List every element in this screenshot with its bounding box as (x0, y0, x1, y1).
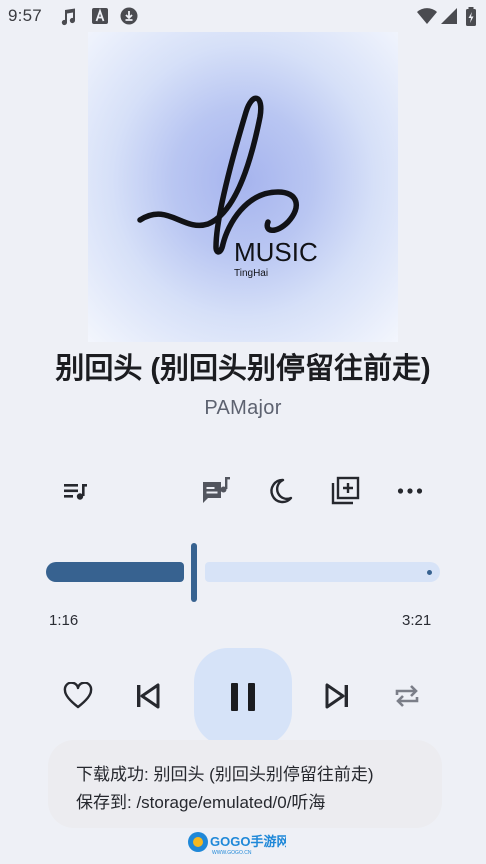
signal-icon (440, 7, 460, 27)
music-logo-icon: MUSIC TingHai (137, 95, 318, 279)
heart-icon (63, 682, 93, 709)
artist-name[interactable]: PAMajor (0, 397, 486, 420)
pause-icon (231, 683, 255, 711)
playlist-button[interactable] (60, 475, 92, 507)
svg-text:TingHai: TingHai (234, 268, 268, 279)
svg-text:MUSIC: MUSIC (234, 237, 318, 267)
status-time: 9:57 (8, 6, 42, 25)
favorite-button[interactable] (58, 676, 98, 716)
seek-bar-thumb[interactable] (191, 543, 197, 602)
toast-message-line1: 下载成功: 别回头 (别回头别停留往前走) (76, 765, 374, 784)
previous-button[interactable] (128, 676, 168, 716)
library-add-icon (331, 476, 360, 505)
seek-bar-end-dot (427, 570, 432, 575)
song-title: 别回头 (别回头别停留往前走) (55, 353, 431, 385)
seek-bar-played[interactable] (46, 562, 184, 582)
current-time: 1:16 (49, 612, 79, 629)
next-button[interactable] (317, 676, 357, 716)
add-to-playlist-button[interactable] (329, 475, 361, 507)
queue-music-icon (64, 484, 87, 500)
music-note-icon (58, 7, 78, 27)
total-time: 3:21 (402, 612, 432, 629)
text-a-icon (91, 7, 111, 27)
download-icon (120, 7, 140, 27)
battery-charging-icon (465, 7, 477, 27)
toast-message-line2: 保存到: /storage/emulated/0/听海 (76, 793, 326, 812)
more-horizontal-icon (397, 488, 423, 494)
lyrics-button[interactable] (201, 475, 233, 507)
status-bar: 9:57 (0, 0, 486, 32)
sleep-timer-button[interactable] (264, 475, 296, 507)
lyrics-icon (203, 477, 230, 503)
album-art: MUSIC TingHai (88, 32, 398, 342)
wifi-icon (416, 7, 438, 27)
seek-bar-remaining[interactable] (205, 562, 440, 582)
svg-text:GOGO手游网: GOGO手游网 (210, 834, 286, 849)
moon-icon (270, 478, 293, 504)
svg-text:WWW.GOGO.CN: WWW.GOGO.CN (212, 850, 252, 856)
watermark-logo: GOGO手游网 WWW.GOGO.CN (186, 830, 289, 856)
repeat-button[interactable] (387, 676, 427, 716)
skip-previous-icon (137, 683, 160, 709)
play-pause-button[interactable] (194, 648, 292, 746)
repeat-icon (395, 685, 419, 707)
more-button[interactable] (394, 475, 426, 507)
skip-next-icon (325, 683, 348, 709)
